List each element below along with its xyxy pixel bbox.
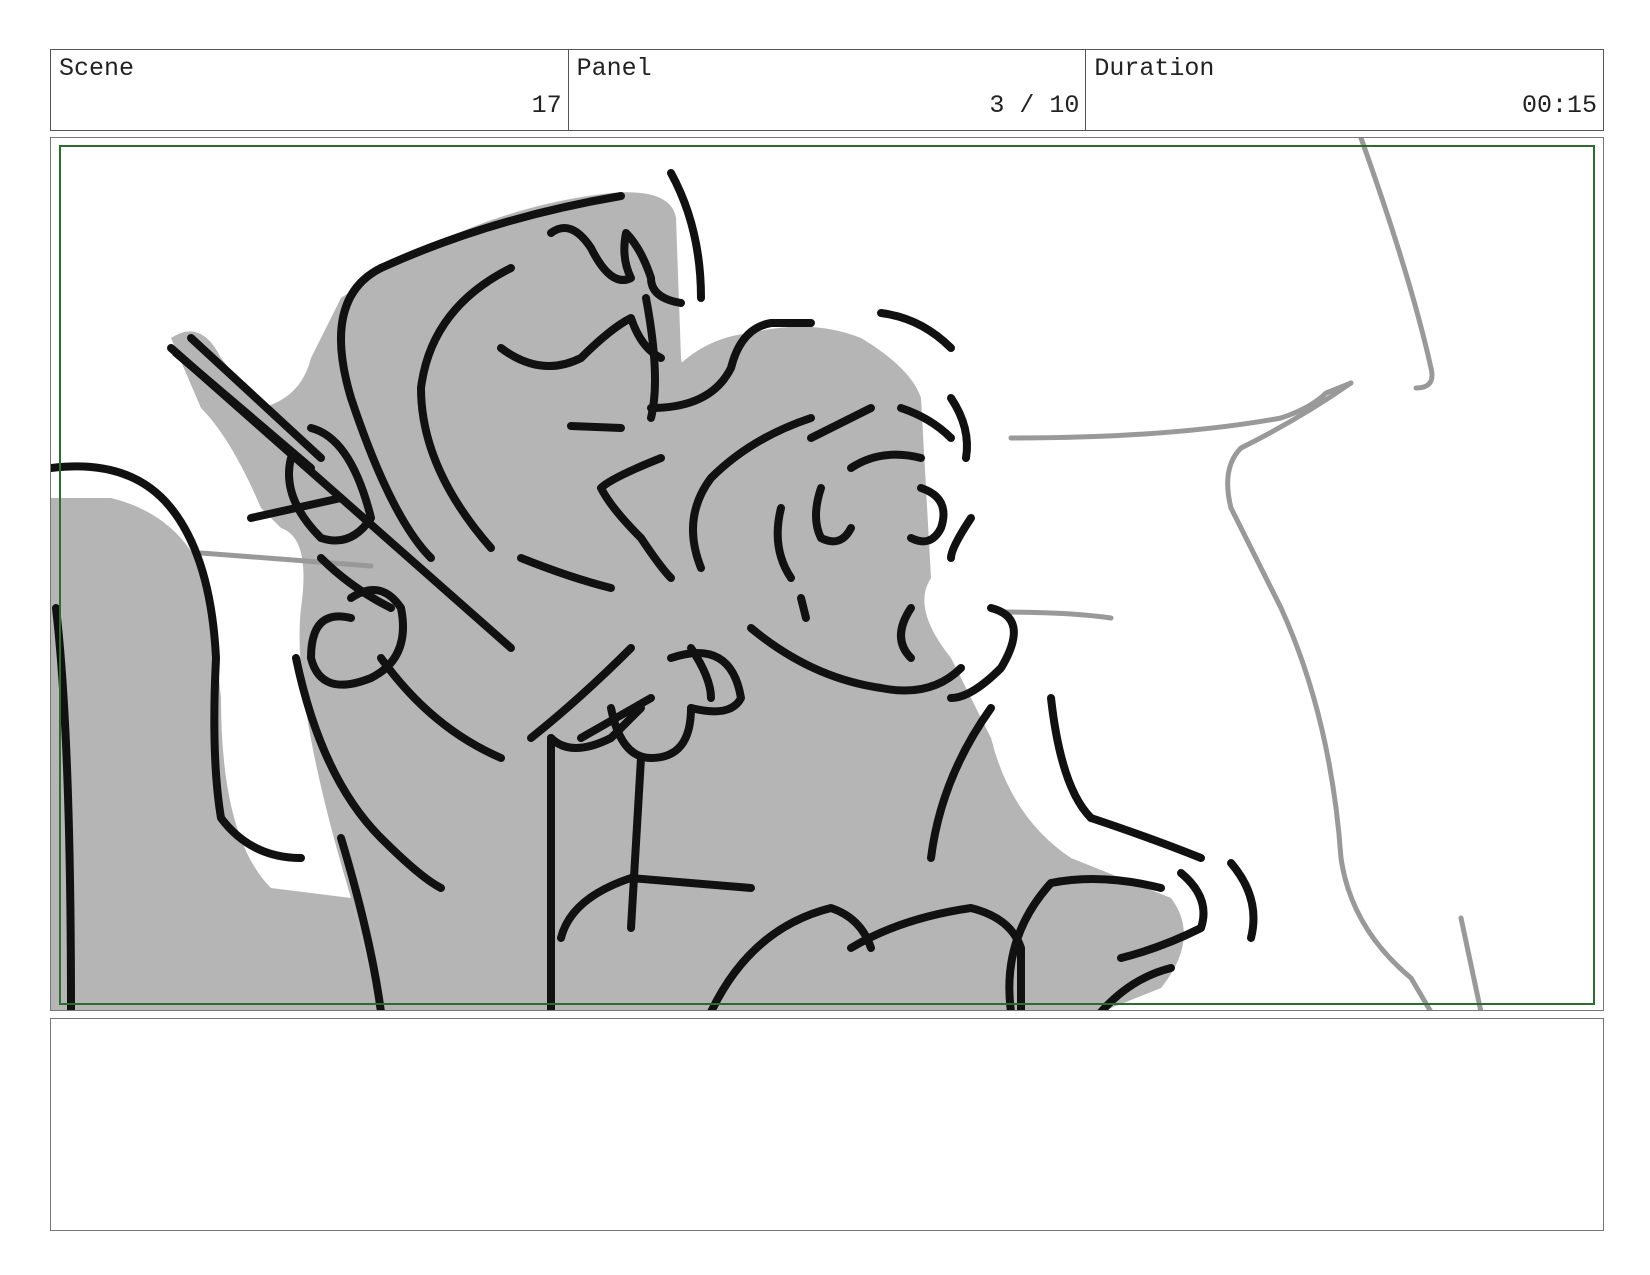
panel-notes-box[interactable] <box>50 1018 1604 1231</box>
storyboard-frame <box>50 137 1604 1011</box>
duration-cell: Duration 00:15 <box>1086 50 1603 130</box>
panel-label: Panel <box>576 54 652 83</box>
scene-value: 17 <box>531 91 562 120</box>
duration-label: Duration <box>1094 54 1215 83</box>
tone-fills <box>51 192 1184 1010</box>
duration-value: 00:15 <box>1522 91 1598 120</box>
storyboard-sketch <box>51 138 1595 1010</box>
scene-cell: Scene 17 <box>51 50 569 130</box>
panel-value: 3 / 10 <box>989 91 1080 120</box>
panel-cell: Panel 3 / 10 <box>569 50 1087 130</box>
panel-info-header: Scene 17 Panel 3 / 10 Duration 00:15 <box>50 49 1604 131</box>
scene-label: Scene <box>59 54 135 83</box>
